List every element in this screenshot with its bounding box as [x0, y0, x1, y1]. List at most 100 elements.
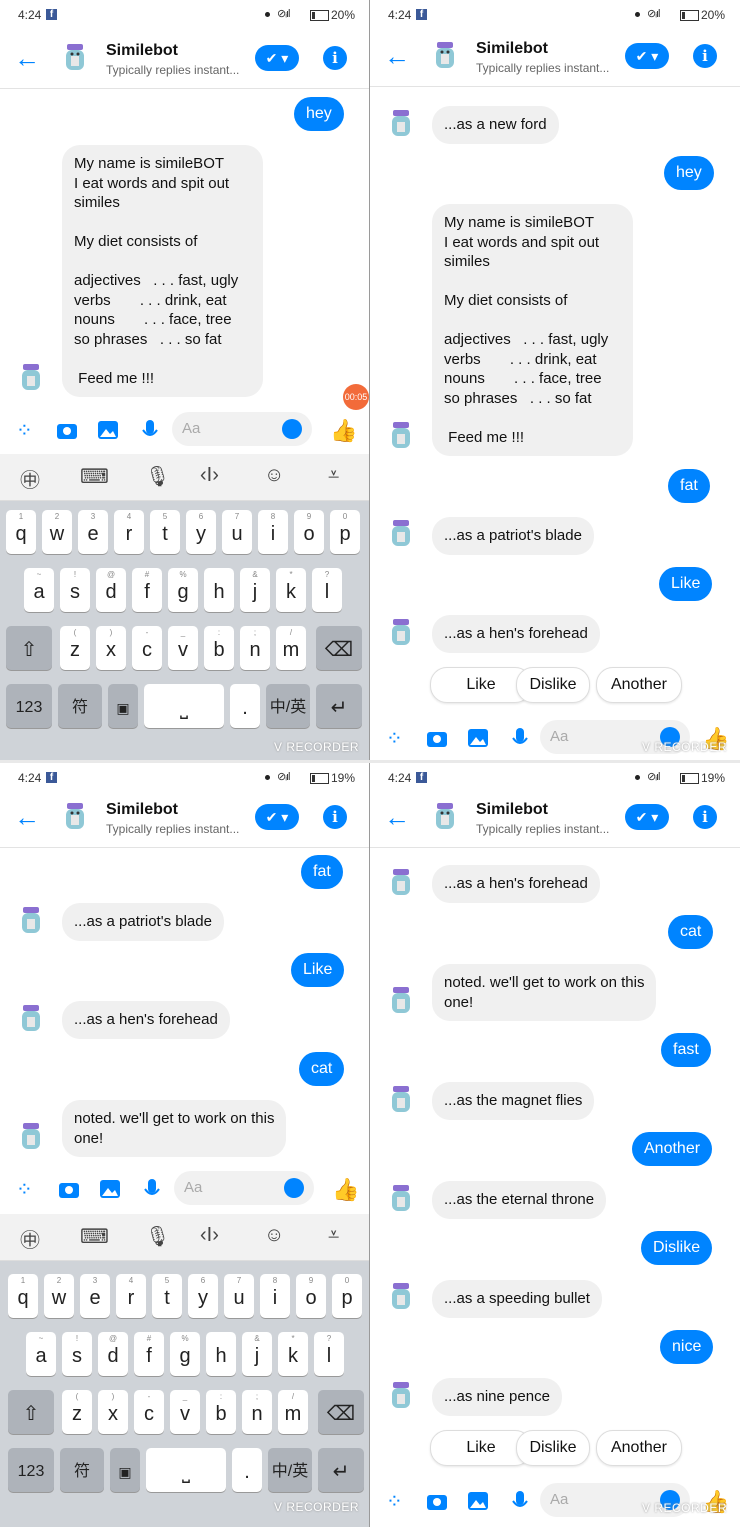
backspace-key[interactable]: ⌫	[318, 1390, 364, 1434]
key-f[interactable]: # f	[132, 568, 162, 612]
key-h[interactable]: h	[206, 1332, 236, 1376]
key-r[interactable]: 4r	[116, 1274, 146, 1318]
key-i[interactable]: 8i	[260, 1274, 290, 1318]
key-h[interactable]: h	[204, 568, 234, 612]
voice-icon[interactable]: 🎙	[145, 1224, 170, 1249]
key-z[interactable]: (z	[60, 626, 90, 670]
key-f[interactable]: # f	[134, 1332, 164, 1376]
input-method-icon[interactable]: ㊥	[20, 464, 40, 493]
emoji-icon[interactable]	[282, 419, 302, 439]
key-v[interactable]: _ v	[170, 1390, 200, 1434]
key-p[interactable]: 0p	[330, 510, 360, 554]
microphone-icon[interactable]	[140, 1177, 164, 1201]
gallery-icon[interactable]	[466, 726, 490, 750]
clipboard-key[interactable]: ▣	[110, 1448, 140, 1492]
key-a[interactable]: ~ a	[24, 568, 54, 612]
symbols-key[interactable]: 符	[58, 684, 102, 728]
microphone-icon[interactable]	[508, 1489, 532, 1513]
key-q[interactable]: 1q	[8, 1274, 38, 1318]
emoji-icon[interactable]	[284, 1178, 304, 1198]
quick-reply-another[interactable]: Another	[596, 667, 682, 703]
backspace-key[interactable]: ⌫	[316, 626, 362, 670]
emoji-keyboard-icon[interactable]: ☺	[264, 1224, 284, 1247]
key-m[interactable]: / m	[276, 626, 306, 670]
key-n[interactable]: ; n	[240, 626, 270, 670]
key-e[interactable]: 3e	[78, 510, 108, 554]
key-l[interactable]: ? l	[314, 1332, 344, 1376]
cursor-icon[interactable]: ‹I›	[200, 464, 219, 487]
key-m[interactable]: / m	[278, 1390, 308, 1434]
gallery-icon[interactable]	[98, 1177, 122, 1201]
key-g[interactable]: % g	[170, 1332, 200, 1376]
key-i[interactable]: 8i	[258, 510, 288, 554]
key-c[interactable]: -c	[134, 1390, 164, 1434]
microphone-icon[interactable]	[508, 726, 532, 750]
key-o[interactable]: 9o	[294, 510, 324, 554]
collapse-keyboard-icon[interactable]: ⩡	[328, 464, 339, 487]
key-w[interactable]: 2w	[42, 510, 72, 554]
info-icon[interactable]: i	[323, 805, 347, 829]
clipboard-key[interactable]: ▣	[108, 684, 138, 728]
gallery-icon[interactable]	[96, 418, 120, 442]
key-b[interactable]: :b	[204, 626, 234, 670]
key-a[interactable]: ~ a	[26, 1332, 56, 1376]
apps-grid-icon[interactable]: ⁘	[16, 418, 40, 442]
microphone-icon[interactable]	[138, 418, 162, 442]
camera-icon[interactable]	[57, 1177, 81, 1201]
info-icon[interactable]: i	[323, 46, 347, 70]
key-n[interactable]: ; n	[242, 1390, 272, 1434]
apps-grid-icon[interactable]: ⁘	[386, 1489, 410, 1513]
key-q[interactable]: 1q	[6, 510, 36, 554]
back-arrow-icon[interactable]: ←	[384, 43, 412, 69]
checkmark-dropdown-button[interactable]: ✔ ▾	[255, 45, 299, 71]
key-d[interactable]: @ d	[98, 1332, 128, 1376]
quick-reply-dislike[interactable]: Dislike	[516, 1430, 590, 1466]
camera-icon[interactable]	[425, 1489, 449, 1513]
keyboard-icon[interactable]: ⌨	[80, 1224, 109, 1249]
key-d[interactable]: @ d	[96, 568, 126, 612]
key-y[interactable]: 6y	[186, 510, 216, 554]
shift-key[interactable]: ⇧	[8, 1390, 54, 1434]
checkmark-dropdown-button[interactable]: ✔ ▾	[625, 804, 669, 830]
cursor-icon[interactable]: ‹I›	[200, 1224, 219, 1247]
key-r[interactable]: 4r	[114, 510, 144, 554]
key-k[interactable]: * k	[276, 568, 306, 612]
key-x[interactable]: ) x	[96, 626, 126, 670]
bot-avatar[interactable]	[430, 801, 460, 835]
quick-reply-another[interactable]: Another	[596, 1430, 682, 1466]
key-j[interactable]: & j	[242, 1332, 272, 1376]
space-key[interactable]: ⎵	[146, 1448, 226, 1492]
info-icon[interactable]: i	[693, 805, 717, 829]
symbols-key[interactable]: 符	[60, 1448, 104, 1492]
message-input[interactable]: Aa	[172, 412, 312, 446]
emoji-keyboard-icon[interactable]: ☺	[264, 464, 284, 487]
key-j[interactable]: & j	[240, 568, 270, 612]
back-arrow-icon[interactable]: ←	[14, 45, 42, 71]
key-s[interactable]: ! s	[62, 1332, 92, 1376]
key-b[interactable]: :b	[206, 1390, 236, 1434]
checkmark-dropdown-button[interactable]: ✔ ▾	[625, 43, 669, 69]
voice-icon[interactable]: 🎙	[145, 464, 170, 489]
message-input[interactable]: Aa	[174, 1171, 314, 1205]
key-l[interactable]: ? l	[312, 568, 342, 612]
bot-avatar[interactable]	[60, 801, 90, 835]
period-key[interactable]: .	[230, 684, 260, 728]
key-o[interactable]: 9o	[296, 1274, 326, 1318]
bot-avatar[interactable]	[430, 40, 460, 74]
gallery-icon[interactable]	[466, 1489, 490, 1513]
key-p[interactable]: 0p	[332, 1274, 362, 1318]
enter-key[interactable]: ↵	[316, 684, 362, 728]
period-key[interactable]: .	[232, 1448, 262, 1492]
numbers-key[interactable]: 123	[8, 1448, 54, 1492]
collapse-keyboard-icon[interactable]: ⩡	[328, 1224, 339, 1247]
numbers-key[interactable]: 123	[6, 684, 52, 728]
thumbs-up-icon[interactable]: 👍	[330, 418, 357, 443]
key-e[interactable]: 3e	[80, 1274, 110, 1318]
quick-reply-dislike[interactable]: Dislike	[516, 667, 590, 703]
back-arrow-icon[interactable]: ←	[14, 804, 42, 830]
bot-avatar[interactable]	[60, 42, 90, 76]
input-method-icon[interactable]: ㊥	[20, 1224, 40, 1253]
key-u[interactable]: 7u	[224, 1274, 254, 1318]
back-arrow-icon[interactable]: ←	[384, 804, 412, 830]
recorder-timer-badge[interactable]: 00:05	[343, 384, 369, 410]
